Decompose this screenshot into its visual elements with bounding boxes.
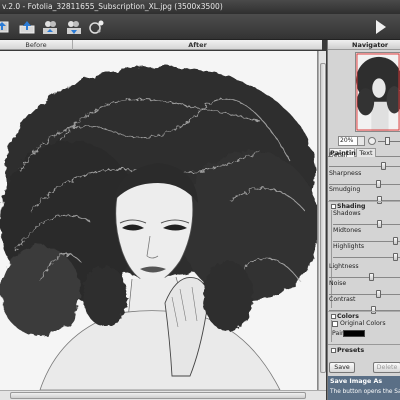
zoom-out-icon[interactable] <box>368 137 376 145</box>
horizontal-scroll-thumb[interactable] <box>10 392 306 399</box>
slider-knob[interactable] <box>376 180 381 188</box>
collapse-icon[interactable] <box>331 203 336 209</box>
slider-knob[interactable] <box>393 253 398 261</box>
slider-knob[interactable] <box>369 273 374 281</box>
effects-icon[interactable] <box>87 17 107 37</box>
presets-title: Presets <box>337 346 365 354</box>
detail-slider[interactable] <box>329 162 400 170</box>
shadows-label: Shadows <box>333 210 361 217</box>
midtones-label: Midtones <box>333 227 362 234</box>
settings-panel: Navigator 20% Painting Text Detail Sharp… <box>327 40 400 400</box>
save-preset-button[interactable]: Save <box>329 362 355 373</box>
zoom-dropdown-icon[interactable] <box>358 136 365 146</box>
slider-knob[interactable] <box>393 237 398 245</box>
slider-knob[interactable] <box>377 220 382 228</box>
save-icon[interactable] <box>17 17 37 37</box>
noise-label: Noise <box>329 280 347 287</box>
slider-knob[interactable] <box>381 162 386 170</box>
navigator-title: Navigator <box>328 40 400 50</box>
highlights-label: Highlights <box>333 243 365 250</box>
batch-settings-icon[interactable] <box>64 17 84 37</box>
zoom-field[interactable]: 20% <box>338 136 358 146</box>
shading-group-title: Shading <box>337 203 366 210</box>
window-title: v.2.0 - Fotolia_32811655_Subscription_XL… <box>0 0 400 14</box>
detail-label: Detail <box>329 152 348 159</box>
presets-header[interactable]: Presets <box>328 344 400 354</box>
colors-group-header[interactable]: Colors <box>328 311 400 320</box>
help-box: Save Image As The button opens the Save … <box>328 376 400 400</box>
vertical-scroll-thumb[interactable] <box>320 63 326 373</box>
zoom-control: 20% <box>330 135 400 147</box>
colors-group-title: Colors <box>337 313 359 320</box>
zoom-slider-knob[interactable] <box>385 137 390 145</box>
open-icon[interactable] <box>0 17 12 37</box>
help-text: The button opens the Save As <box>330 389 400 395</box>
smudging-label: Smudging <box>329 186 361 193</box>
image-canvas[interactable] <box>0 51 318 390</box>
sharpness-label: Sharpness <box>329 170 362 177</box>
help-title: Save Image As <box>330 378 383 385</box>
delete-preset-button[interactable]: Delete <box>373 362 400 373</box>
original-colors-label: Original Colors <box>340 320 386 327</box>
tab-before[interactable]: Before <box>0 40 72 50</box>
batch-icon[interactable] <box>40 17 60 37</box>
toolbar <box>0 14 400 40</box>
collapse-icon[interactable] <box>331 313 336 319</box>
horizontal-scrollbar[interactable] <box>0 390 326 400</box>
lightness-label: Lightness <box>329 263 359 270</box>
view-tabs: Before After <box>0 40 322 50</box>
slider-knob[interactable] <box>376 290 381 298</box>
run-icon[interactable] <box>374 19 388 35</box>
sketch-portrait <box>0 51 317 390</box>
tab-after[interactable]: After <box>72 40 322 50</box>
navigator-preview[interactable] <box>355 52 400 132</box>
collapse-icon[interactable] <box>331 347 336 353</box>
highlights-slider[interactable] <box>333 253 400 261</box>
paint-color-swatch[interactable] <box>343 330 365 337</box>
tab-text[interactable]: Text <box>356 148 376 157</box>
vertical-scrollbar[interactable] <box>318 51 326 390</box>
original-colors-checkbox[interactable] <box>332 321 338 327</box>
contrast-label: Contrast <box>329 296 356 303</box>
shading-group-header[interactable]: Shading <box>328 201 400 210</box>
